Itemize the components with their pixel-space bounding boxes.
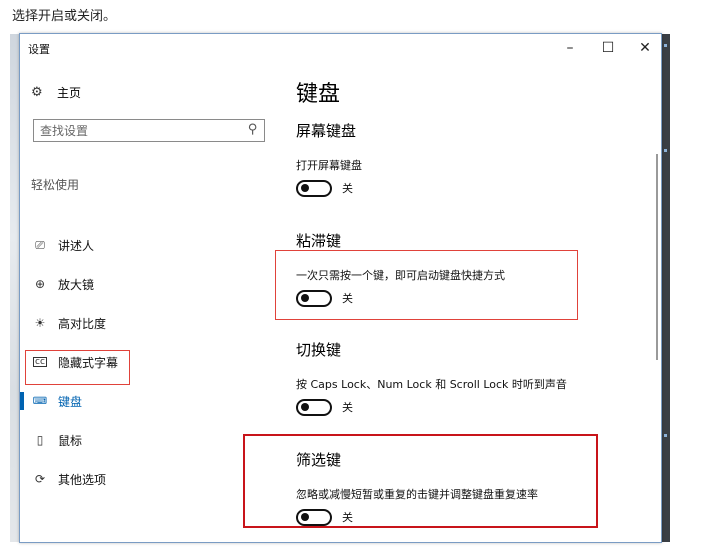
- toggle-switch[interactable]: [296, 508, 332, 526]
- sidebar-item-magnifier[interactable]: ⊕ 放大镜: [20, 269, 275, 299]
- sidebar-item-other-options[interactable]: ⟳ 其他选项: [20, 464, 275, 494]
- sidebar-item-label: 讲述人: [58, 238, 95, 253]
- search-box: ⚲: [33, 119, 265, 142]
- other-options-icon: ⟳: [34, 472, 46, 486]
- active-indicator: [20, 392, 24, 410]
- toggle-knob: [301, 513, 309, 521]
- background-desktop-right: [662, 34, 670, 542]
- sidebar-item-captions[interactable]: cc 隐藏式字幕: [20, 347, 275, 377]
- sidebar: ⚙ 主页 ⚲ 轻松使用 ⎚ 讲述人 ⊕ 放大镜 ☀ 高对比度 cc 隐藏式字幕 …: [20, 64, 275, 542]
- sidebar-item-label: 高对比度: [58, 316, 107, 331]
- search-input[interactable]: [34, 120, 234, 142]
- window-title: 设置: [28, 43, 50, 56]
- instruction-text: 选择开启或关闭。: [12, 9, 117, 24]
- maximize-button[interactable]: ☐: [589, 34, 627, 62]
- minimize-button[interactable]: –: [551, 34, 589, 62]
- toggle-toggle-keys[interactable]: 关: [296, 398, 353, 416]
- toggle-knob: [301, 403, 309, 411]
- keyboard-icon: ⌨: [32, 395, 48, 407]
- toggle-switch[interactable]: [296, 289, 332, 307]
- group-description: 按 Caps Lock、Num Lock 和 Scroll Lock 时听到声音: [296, 378, 567, 391]
- group-description: 忽略或减慢短暂或重复的击键并调整键盘重复速率: [296, 488, 538, 501]
- sidebar-item-label: 其他选项: [58, 472, 107, 487]
- sidebar-home[interactable]: ⚙ 主页: [31, 82, 81, 102]
- scrollbar[interactable]: [656, 154, 658, 360]
- title-bar: 设置 – ☐ ✕: [20, 34, 661, 64]
- search-icon[interactable]: ⚲: [248, 122, 258, 137]
- toggle-sticky-keys[interactable]: 关: [296, 289, 353, 307]
- toggle-switch[interactable]: [296, 398, 332, 416]
- group-description: 一次只需按一个键，即可启动键盘快捷方式: [296, 269, 505, 282]
- toggle-state-label: 关: [342, 182, 353, 195]
- group-title-filter-keys: 筛选键: [296, 451, 342, 469]
- group-title-on-screen-keyboard: 屏幕键盘: [296, 122, 357, 140]
- sidebar-item-label: 放大镜: [58, 277, 95, 292]
- group-title-toggle-keys: 切换键: [296, 341, 342, 359]
- page-title: 键盘: [296, 82, 341, 107]
- captions-icon: cc: [33, 357, 47, 367]
- narrator-icon: ⎚: [35, 237, 45, 252]
- toggle-on-screen-keyboard[interactable]: 关: [296, 179, 353, 197]
- group-title-sticky-keys: 粘滞键: [296, 232, 342, 250]
- sidebar-item-mouse[interactable]: ▯ 鼠标: [20, 425, 275, 455]
- toggle-filter-keys[interactable]: 关: [296, 508, 353, 526]
- toggle-state-label: 关: [342, 401, 353, 414]
- sidebar-item-keyboard[interactable]: ⌨ 键盘: [20, 386, 275, 416]
- home-label: 主页: [57, 85, 82, 100]
- sidebar-item-high-contrast[interactable]: ☀ 高对比度: [20, 308, 275, 338]
- main-content: 键盘 屏幕键盘 打开屏幕键盘 关 粘滞键 一次只需按一个键，即可启动键盘快捷方式…: [243, 64, 661, 542]
- gear-icon: ⚙: [31, 84, 43, 100]
- mouse-icon: ▯: [36, 433, 44, 447]
- toggle-state-label: 关: [342, 292, 353, 305]
- toggle-switch[interactable]: [296, 179, 332, 197]
- sidebar-item-label: 鼠标: [58, 433, 83, 448]
- background-mark: [664, 434, 667, 437]
- magnifier-icon: ⊕: [34, 277, 46, 291]
- highlight-box-sticky-keys: [275, 250, 578, 320]
- toggle-knob: [301, 184, 309, 192]
- sidebar-item-label: 隐藏式字幕: [58, 355, 119, 370]
- contrast-icon: ☀: [34, 316, 46, 330]
- sidebar-item-label: 键盘: [58, 394, 83, 409]
- toggle-knob: [301, 294, 309, 302]
- background-mark: [664, 44, 667, 47]
- close-button[interactable]: ✕: [626, 34, 661, 62]
- section-heading: 轻松使用: [31, 178, 80, 192]
- settings-window: 设置 – ☐ ✕ ⚙ 主页 ⚲ 轻松使用 ⎚ 讲述人 ⊕ 放大镜 ☀ 高对比度 …: [19, 33, 662, 543]
- sidebar-item-narrator[interactable]: ⎚ 讲述人: [20, 230, 275, 260]
- toggle-state-label: 关: [342, 511, 353, 524]
- background-mark: [664, 149, 667, 152]
- group-description: 打开屏幕键盘: [296, 159, 362, 172]
